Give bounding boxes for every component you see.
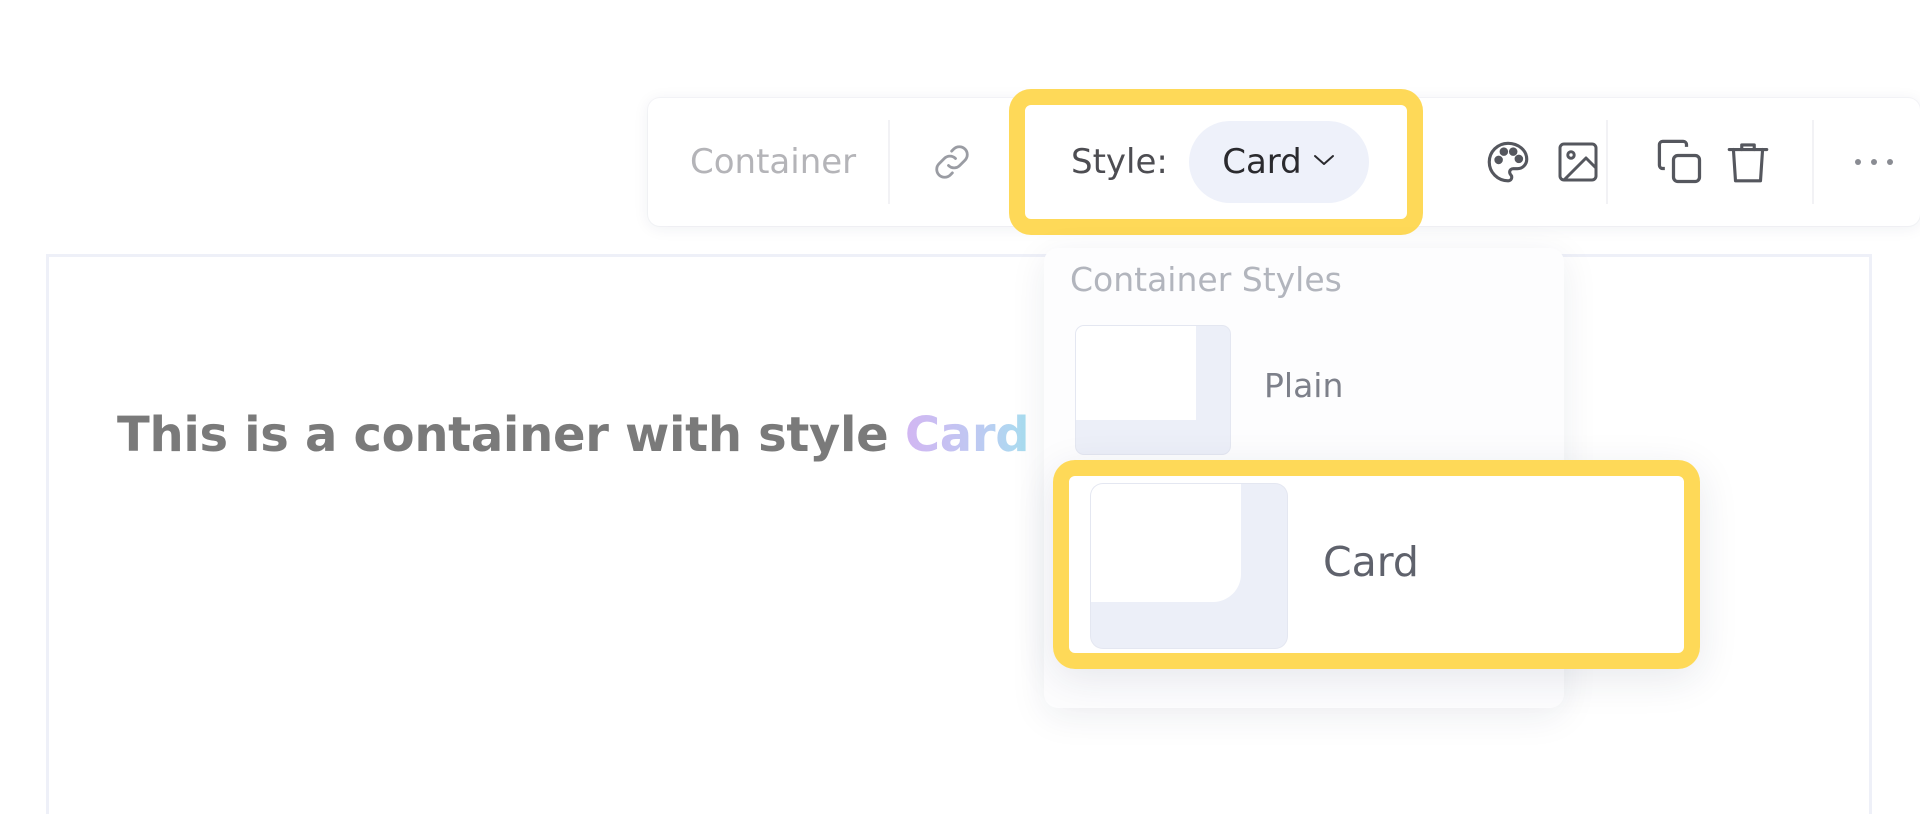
heading-text: This is a container with style bbox=[117, 407, 905, 463]
link-icon bbox=[931, 141, 973, 183]
container-heading: This is a container with style Card bbox=[117, 407, 1030, 463]
more-icon bbox=[1850, 156, 1898, 168]
link-button[interactable] bbox=[920, 98, 984, 226]
heading-accent-text: Card bbox=[904, 407, 1030, 463]
style-option-label: Plain bbox=[1264, 366, 1344, 405]
plain-style-thumbnail bbox=[1076, 326, 1230, 454]
dropdown-title: Container Styles bbox=[1070, 260, 1342, 299]
toolbar-divider bbox=[888, 120, 890, 204]
style-dropdown-button[interactable]: Card bbox=[1189, 121, 1369, 203]
toolbar-divider bbox=[1812, 120, 1814, 204]
chevron-down-icon bbox=[1312, 153, 1336, 172]
style-option-label: Card bbox=[1323, 538, 1419, 586]
duplicate-button[interactable] bbox=[1648, 98, 1712, 226]
style-label: Style: bbox=[1071, 142, 1168, 182]
image-icon bbox=[1554, 138, 1602, 186]
style-selector-section: Style: Card bbox=[1009, 89, 1423, 235]
trash-icon bbox=[1723, 137, 1773, 187]
style-option-card[interactable]: Card bbox=[1053, 460, 1700, 669]
palette-icon bbox=[1483, 137, 1533, 187]
block-type-label: Container bbox=[690, 142, 857, 182]
background-image-button[interactable] bbox=[1546, 98, 1610, 226]
style-option-plain[interactable]: Plain bbox=[1076, 326, 1536, 462]
more-options-button[interactable] bbox=[1842, 98, 1906, 226]
delete-button[interactable] bbox=[1716, 98, 1780, 226]
color-button[interactable] bbox=[1476, 98, 1540, 226]
toolbar-divider bbox=[1606, 120, 1608, 204]
style-dropdown-value: Card bbox=[1222, 142, 1302, 182]
card-style-thumbnail bbox=[1091, 484, 1287, 648]
duplicate-icon bbox=[1654, 136, 1706, 188]
